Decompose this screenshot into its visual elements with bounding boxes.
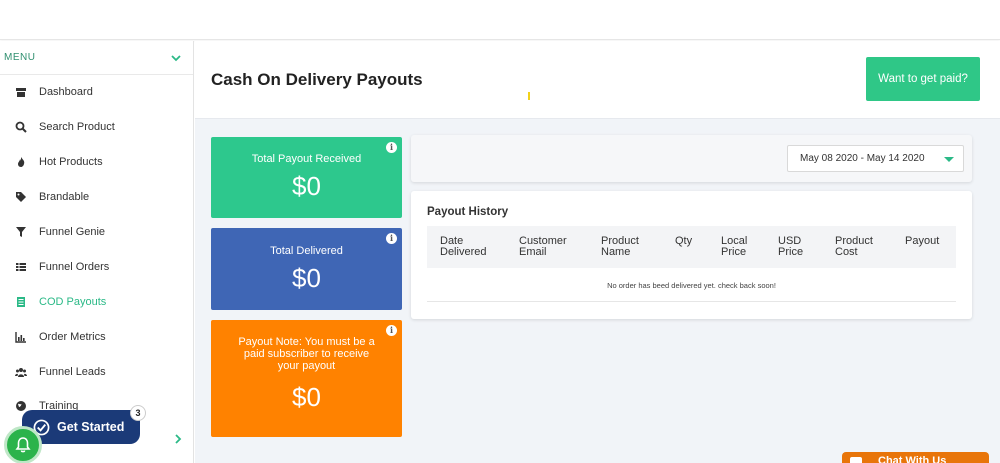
sidebar-item-funnel-leads[interactable]: Funnel Leads (0, 354, 193, 389)
sidebar-item-hot-products[interactable]: Hot Products (0, 145, 193, 180)
sidebar-item-search-product[interactable]: Search Product (0, 110, 193, 145)
list-icon (14, 260, 27, 273)
total-delivered-card: i Total Delivered $0 (211, 228, 402, 310)
card-amount: $0 (292, 382, 321, 412)
want-to-get-paid-button[interactable]: Want to get paid? (866, 57, 980, 101)
column-header-qty[interactable]: Qty (675, 236, 705, 247)
sidebar: MENU Dashboard Search Product Hot Produc… (0, 41, 194, 463)
bell-icon (15, 437, 31, 453)
column-header-local-price[interactable]: Local Price (721, 236, 761, 258)
store-icon (14, 86, 27, 99)
sidebar-item-label: Brandable (39, 191, 90, 204)
info-icon[interactable]: i (386, 142, 397, 153)
column-header-customer-email[interactable]: Customer Email (519, 236, 583, 258)
sidebar-item-label: Search Product (39, 121, 115, 134)
empty-state-message: No order has beed delivered yet. check b… (427, 268, 956, 302)
sidebar-item-funnel-genie[interactable]: Funnel Genie (0, 215, 193, 250)
sidebar-item-brandable[interactable]: Brandable (0, 180, 193, 215)
cursor-marker (528, 92, 530, 100)
sidebar-item-label: Dashboard (39, 86, 93, 99)
total-payout-received-card: i Total Payout Received $0 (211, 137, 402, 218)
sidebar-item-label: Funnel Genie (39, 226, 106, 238)
chevron-down-icon[interactable] (171, 53, 181, 63)
card-label: Total Delivered (270, 245, 343, 257)
card-amount: $0 (292, 171, 321, 201)
card-amount: $0 (292, 263, 321, 293)
notification-bell-button[interactable] (4, 426, 42, 463)
payout-history-title: Payout History (427, 206, 509, 218)
sidebar-item-label: Hot Products (39, 156, 103, 169)
info-icon[interactable]: i (386, 325, 397, 336)
page-header: Cash On Delivery Payouts Want to get pai… (195, 41, 1000, 119)
payout-card: i Payout Note: You must be a paid subscr… (211, 320, 402, 437)
payout-history-card: Payout History Date Delivered Customer E… (411, 191, 972, 319)
sidebar-nav: Dashboard Search Product Hot Products Br… (0, 75, 193, 424)
column-header-payout[interactable]: Payout (905, 236, 949, 247)
column-header-date-delivered[interactable]: Date Delivered (440, 236, 510, 258)
info-icon[interactable]: i (386, 233, 397, 244)
sidebar-item-label: COD Payouts (39, 295, 107, 308)
caret-down-icon (944, 157, 954, 162)
date-range-select[interactable]: May 08 2020 - May 14 2020 (787, 145, 964, 172)
date-range-value: May 08 2020 - May 14 2020 (800, 153, 925, 164)
document-icon (14, 295, 27, 308)
table-header: Date Delivered Customer Email Product Na… (427, 226, 956, 268)
fire-icon (14, 156, 27, 169)
chat-label: Chat With Us (878, 455, 947, 463)
main-content: Cash On Delivery Payouts Want to get pai… (195, 41, 1000, 463)
get-started-count-badge: 3 (130, 405, 146, 421)
page-title: Cash On Delivery Payouts (211, 70, 423, 89)
date-filter-card: May 08 2020 - May 14 2020 (411, 135, 972, 182)
sidebar-item-label: Order Metrics (39, 330, 106, 343)
menu-label: MENU (4, 52, 36, 63)
sidebar-item-label: Funnel Leads (39, 365, 106, 378)
sidebar-item-cod-payouts[interactable]: COD Payouts (0, 284, 193, 319)
card-label: Total Payout Received (251, 153, 362, 165)
sidebar-item-label: Funnel Orders (39, 260, 110, 273)
filter-icon (14, 226, 27, 239)
tags-icon (14, 191, 27, 204)
chevron-right-icon[interactable] (174, 434, 182, 444)
users-icon (14, 365, 27, 378)
column-header-product-cost[interactable]: Product Cost (835, 236, 891, 258)
column-header-product-name[interactable]: Product Name (601, 236, 657, 258)
bar-chart-icon (14, 330, 27, 343)
top-bar (0, 0, 1000, 40)
sidebar-item-order-metrics[interactable]: Order Metrics (0, 319, 193, 354)
sidebar-item-dashboard[interactable]: Dashboard (0, 75, 193, 110)
sidebar-item-funnel-orders[interactable]: Funnel Orders (0, 249, 193, 284)
chat-icon (850, 457, 862, 463)
card-label: Payout Note: You must be a paid subscrib… (238, 336, 375, 372)
search-icon (14, 121, 27, 134)
get-started-label: Get Started (57, 420, 125, 434)
column-header-usd-price[interactable]: USD Price (778, 236, 818, 258)
chat-widget-button[interactable]: Chat With Us (842, 452, 989, 463)
menu-header[interactable]: MENU (0, 41, 193, 75)
